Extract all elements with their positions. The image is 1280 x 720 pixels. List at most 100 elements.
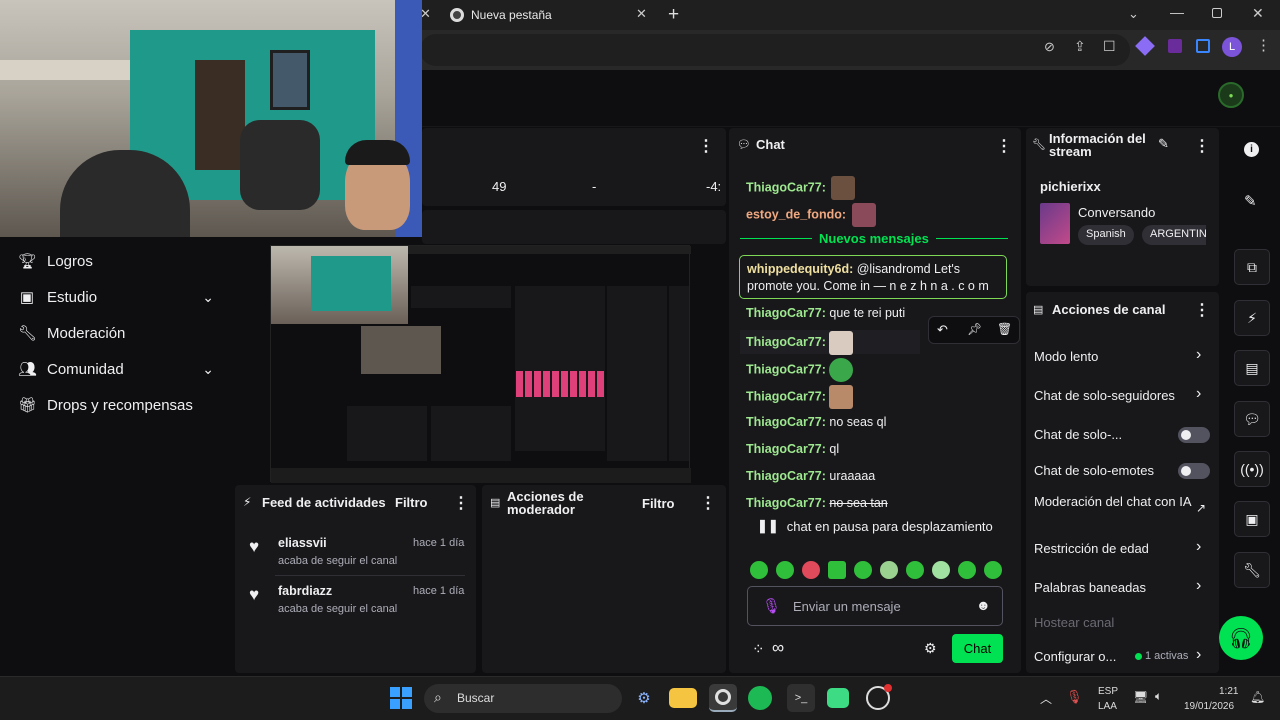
rail-document-button[interactable]: ▤ (1234, 350, 1270, 386)
network-icon[interactable]: 🖥︎ (1133, 690, 1148, 704)
terminal-icon[interactable]: >_ (787, 684, 815, 712)
emote-icon[interactable] (984, 561, 1002, 579)
tag-chip[interactable]: ARGENTINA (1142, 225, 1206, 245)
more-options-icon[interactable]: ⋮ (996, 136, 1012, 156)
chat-username[interactable]: estoy_de_fondo: (746, 207, 846, 221)
points-icon[interactable]: ⁘ (752, 640, 765, 658)
chat-message[interactable]: ThiagoCar77: (746, 176, 856, 200)
close-window-icon[interactable]: ✕ (1252, 5, 1264, 22)
delete-icon[interactable]: 🗑︎ (997, 322, 1012, 336)
chat-message[interactable]: ThiagoCar77: (746, 358, 854, 382)
chat-message[interactable]: ThiagoCar77: uraaaaa (746, 469, 875, 483)
more-options-icon[interactable]: ⋮ (453, 493, 469, 513)
emote-icon[interactable] (906, 561, 924, 579)
chat-username[interactable]: ThiagoCar77: (746, 306, 826, 320)
microphone-icon[interactable]: 🎙︎ (762, 597, 781, 615)
language-primary[interactable]: ESP (1098, 686, 1118, 697)
emote-icon[interactable] (854, 561, 872, 579)
chat-send-button[interactable]: Chat (952, 634, 1003, 663)
emote-icon[interactable] (828, 561, 846, 579)
chat-username[interactable]: ThiagoCar77: (746, 180, 826, 194)
chat-message[interactable]: ThiagoCar77: ql (746, 442, 839, 456)
stream-preview[interactable] (270, 245, 691, 483)
taskbar-search[interactable]: ⌕ Buscar (424, 684, 622, 713)
emote-icon[interactable] (958, 561, 976, 579)
maximize-icon[interactable] (1212, 8, 1222, 18)
settings-app-icon[interactable]: ⚙︎ (630, 684, 658, 712)
more-options-icon[interactable]: ⋮ (698, 136, 714, 156)
chat-input[interactable]: 🎙︎ Enviar un mensaje ☻ (747, 586, 1003, 626)
subs-only-toggle[interactable] (1178, 427, 1210, 443)
chat-settings-icon[interactable]: ⚙︎ (924, 640, 937, 657)
rail-lightning-button[interactable]: ⚡︎ (1234, 300, 1270, 336)
sidepanel-icon[interactable] (1196, 39, 1210, 53)
filter-button[interactable]: Filtro (642, 496, 675, 511)
chat-message[interactable]: ThiagoCar77: (740, 330, 920, 355)
chat-message[interactable]: ThiagoCar77: que te rei puti (746, 306, 905, 320)
android-app-icon[interactable] (827, 688, 849, 708)
spotify-icon[interactable] (748, 686, 772, 710)
volume-icon[interactable]: 🔈︎ (1155, 689, 1162, 704)
category-name[interactable]: Conversando (1078, 205, 1155, 220)
file-explorer-icon[interactable] (669, 688, 697, 708)
rail-camera-button[interactable]: ⧉ (1234, 249, 1270, 285)
chat-username[interactable]: ThiagoCar77: (746, 362, 826, 376)
pin-icon[interactable]: 📌︎ (967, 322, 982, 336)
chat-username[interactable]: ThiagoCar77: (746, 496, 826, 510)
filter-button[interactable]: Filtro (395, 495, 428, 510)
category-art[interactable] (1040, 203, 1070, 244)
nav-comunidad[interactable]: 👥︎ Comunidad ⌄ (18, 354, 228, 384)
chat-message[interactable]: ThiagoCar77: (746, 385, 854, 409)
chat-username[interactable]: ThiagoCar77: (746, 389, 826, 403)
chevron-up-icon[interactable]: ︿ (1040, 690, 1052, 707)
emote-icon[interactable] (880, 561, 898, 579)
clock-time[interactable]: 1:21 (1219, 686, 1238, 697)
chat-message[interactable]: estoy_de_fondo: (746, 203, 876, 227)
rail-moderator-button[interactable]: ▣ (1234, 501, 1270, 537)
support-headset-button[interactable]: 🎧︎ (1219, 616, 1263, 660)
rail-chat-button[interactable]: 💬︎ (1234, 401, 1270, 437)
chat-username[interactable]: ThiagoCar77: (746, 335, 826, 349)
emote-icon[interactable] (932, 561, 950, 579)
chat-username[interactable]: ThiagoCar77: (746, 415, 826, 429)
browser-tab[interactable]: ✕ Nueva pestaña ✕ (420, 0, 660, 30)
minimize-icon[interactable]: — (1170, 4, 1184, 20)
extension-icon[interactable] (1135, 36, 1155, 56)
chat-paused-banner[interactable]: ❚❚ chat en pausa para desplazamiento (740, 514, 1010, 538)
clock-date[interactable]: 19/01/2026 (1184, 701, 1234, 712)
nav-drops[interactable]: 🎁︎ Drops y recompensas (18, 390, 228, 420)
emote-only-toggle[interactable] (1178, 463, 1210, 479)
chat-username[interactable]: ThiagoCar77: (746, 442, 826, 456)
chat-message[interactable]: ThiagoCar77: no sea tan (746, 496, 888, 510)
profile-avatar[interactable]: L (1222, 37, 1242, 57)
more-options-icon[interactable]: ⋮ (1194, 136, 1210, 156)
chat-username[interactable]: ThiagoCar77: (746, 469, 826, 483)
new-tab-icon[interactable]: + (668, 4, 679, 26)
rail-wrench-button[interactable]: 🔧︎ (1234, 552, 1270, 588)
info-icon[interactable]: i (1244, 142, 1259, 157)
chat-username[interactable]: whippedequity6d: (747, 262, 853, 276)
chrome-app-icon[interactable] (709, 684, 737, 712)
reply-icon[interactable]: ↶ (937, 322, 948, 338)
windows-start-icon[interactable] (390, 687, 412, 709)
nav-estudio[interactable]: ▣ Estudio ⌄ (18, 282, 228, 312)
bell-icon[interactable]: 🔔︎ (1250, 690, 1265, 704)
tab-search-icon[interactable]: ⌄ (1128, 6, 1139, 22)
rail-broadcast-button[interactable]: ((•)) (1234, 451, 1270, 487)
tag-chip[interactable]: Spanish (1078, 225, 1134, 245)
emote-icon[interactable] (750, 561, 768, 579)
edit-icon[interactable]: ✎ (1158, 136, 1169, 152)
language-secondary[interactable]: LAA (1098, 701, 1117, 712)
more-options-icon[interactable]: ⋮ (700, 493, 716, 513)
emoji-icon[interactable]: ☻ (976, 597, 991, 613)
channel-avatar[interactable]: ● (1218, 82, 1244, 108)
more-options-icon[interactable]: ⋮ (1194, 300, 1210, 320)
emote-icon[interactable] (802, 561, 820, 579)
bookmark-icon[interactable]: ☐ (1103, 38, 1116, 55)
share-icon[interactable]: ⇪ (1074, 38, 1086, 55)
emote-icon[interactable] (776, 561, 794, 579)
extension-icon[interactable] (1168, 39, 1182, 53)
url-field[interactable] (420, 34, 1130, 66)
microphone-icon[interactable]: 🎙︎ (1066, 689, 1083, 705)
pencil-icon[interactable]: ✎ (1244, 192, 1257, 210)
